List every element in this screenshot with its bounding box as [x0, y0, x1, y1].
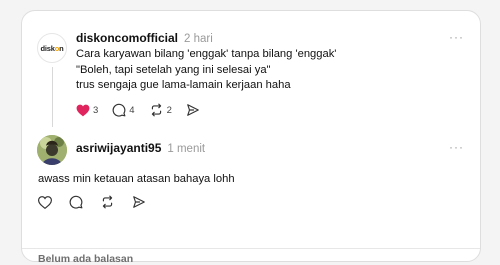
post-header: diskoncomofficial 2 hari [76, 31, 213, 45]
send-icon [187, 104, 199, 116]
reply-actions [38, 195, 160, 209]
thread-card: diskon diskoncomofficial 2 hari ··· Cara… [21, 10, 481, 265]
post-actions: 3 4 2 [76, 103, 214, 117]
repost-count: 2 [166, 104, 172, 116]
diskoncom-avatar[interactable]: diskon [37, 33, 67, 63]
reply-repost-button[interactable] [100, 195, 115, 209]
comment-button[interactable]: 4 [112, 103, 135, 117]
reply-header: asriwijayanti95 1 menit [76, 141, 205, 155]
divider [22, 248, 480, 249]
reply-share-button[interactable] [132, 195, 146, 209]
no-replies-label: Belum ada balasan [38, 253, 134, 265]
repost-icon [151, 103, 161, 117]
reply-body: awass min ketauan atasan bahaya lohh [38, 173, 235, 185]
send-icon [133, 196, 145, 208]
asriwijayanti-avatar[interactable] [37, 135, 67, 165]
reply-username[interactable]: asriwijayanti95 [76, 141, 161, 155]
share-button[interactable] [186, 103, 200, 117]
repost-button[interactable]: 2 [149, 103, 172, 117]
comment-icon [69, 195, 83, 209]
like-button[interactable]: 3 [76, 104, 98, 117]
post-body: Cara karyawan bilang 'enggak' tanpa bila… [76, 47, 336, 94]
post-line: trus sengaja gue lama-lamain kerjaan hah… [76, 79, 291, 91]
post-username[interactable]: diskoncomofficial [76, 31, 178, 45]
comment-count: 4 [129, 104, 135, 116]
reply-time[interactable]: 1 menit [167, 143, 205, 155]
post-time[interactable]: 2 hari [184, 33, 213, 45]
reply-like-button[interactable] [38, 195, 52, 209]
post-more-icon[interactable]: ··· [449, 30, 464, 44]
heart-filled-icon [76, 104, 90, 116]
reply-comment-button[interactable] [69, 195, 83, 209]
diskoncom-logo: diskon [40, 43, 64, 53]
reply-more-icon[interactable]: ··· [449, 140, 464, 154]
post-line: "Boleh, tapi setelah yang ini selesai ya… [76, 63, 271, 76]
thread-line [52, 67, 53, 127]
user-photo [37, 135, 67, 165]
heart-icon [38, 195, 52, 209]
like-count: 3 [93, 104, 99, 116]
repost-icon [102, 195, 113, 209]
comment-icon [112, 103, 126, 117]
post-line: Cara karyawan bilang 'enggak' tanpa bila… [76, 48, 337, 60]
